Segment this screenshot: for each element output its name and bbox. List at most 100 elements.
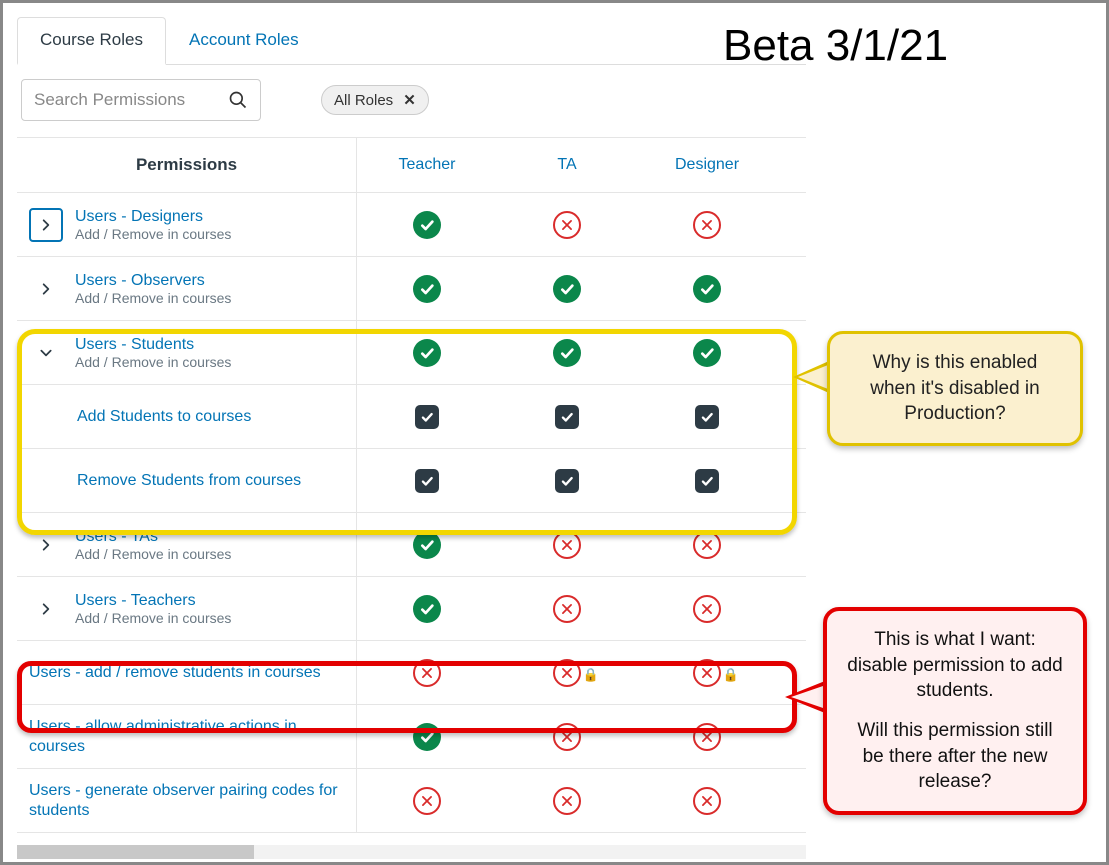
permission-label-cell: Users - allow administrative actions in … [17,705,357,768]
permission-label-cell: Users - DesignersAdd / Remove in courses [17,193,357,256]
permission-cell[interactable]: 🔒 [497,659,637,687]
disabled-icon[interactable] [553,723,581,751]
tabs: Course Roles Account Roles [17,17,806,65]
permission-cell[interactable] [357,659,497,687]
col-designer[interactable]: Designer [637,156,777,174]
disabled-icon[interactable] [693,787,721,815]
tab-course-roles[interactable]: Course Roles [17,17,166,65]
permission-cell[interactable] [357,275,497,303]
permission-cell[interactable] [497,469,637,493]
checked-icon[interactable] [555,469,579,493]
enabled-icon[interactable] [553,275,581,303]
permission-cell[interactable] [637,275,777,303]
disabled-icon[interactable] [413,659,441,687]
tab-account-roles[interactable]: Account Roles [166,17,322,64]
enabled-icon[interactable] [693,275,721,303]
expand-toggle[interactable] [29,592,63,626]
permission-title[interactable]: Users - Observers [75,271,231,290]
permission-cell[interactable] [497,339,637,367]
permission-row: Users - StudentsAdd / Remove in courses [17,321,806,385]
checked-icon[interactable] [415,469,439,493]
expand-toggle[interactable] [29,208,63,242]
enabled-icon[interactable] [413,723,441,751]
enabled-icon[interactable] [693,339,721,367]
enabled-icon[interactable] [553,339,581,367]
col-teacher[interactable]: Teacher [357,156,497,174]
permission-cell[interactable] [497,405,637,429]
permission-title[interactable]: Users - TAs [75,527,231,546]
search-input[interactable]: Search Permissions [21,79,261,121]
permission-cell[interactable] [637,339,777,367]
permission-cell[interactable] [637,211,777,239]
permission-cell[interactable] [357,595,497,623]
permission-cell[interactable] [497,211,637,239]
permission-cell[interactable] [637,405,777,429]
expand-toggle[interactable] [29,272,63,306]
permission-title[interactable]: Users - Students [75,335,231,354]
col-permissions: Permissions [17,138,357,192]
permission-cell[interactable] [357,469,497,493]
permission-cell[interactable] [357,405,497,429]
permission-cell[interactable] [497,723,637,751]
close-icon[interactable]: ✕ [403,91,416,109]
checked-icon[interactable] [695,469,719,493]
callout-red-text2: Will this permission still be there afte… [845,718,1065,795]
disabled-icon[interactable] [413,787,441,815]
permission-label-cell: Add Students to courses [17,385,357,448]
disabled-icon[interactable] [693,659,721,687]
disabled-icon[interactable] [553,211,581,239]
enabled-icon[interactable] [413,275,441,303]
permission-title[interactable]: Users - allow administrative actions in … [29,717,344,755]
enabled-icon[interactable] [413,531,441,559]
horizontal-scrollbar[interactable] [17,845,806,859]
callout-red: This is what I want: disable permission … [823,607,1087,815]
filter-row: Search Permissions All Roles ✕ [17,65,806,137]
permission-cell[interactable] [357,531,497,559]
app-frame: Beta 3/1/21 Course Roles Account Roles S… [0,0,1109,865]
permission-cell[interactable]: 🔒 [637,659,777,687]
callout-red-tail [785,681,825,713]
permission-cell[interactable] [357,723,497,751]
disabled-icon[interactable] [693,531,721,559]
table-header: Permissions Teacher TA Designer [17,137,806,193]
permission-title[interactable]: Remove Students from courses [77,471,301,490]
role-filter-chip[interactable]: All Roles ✕ [321,85,429,115]
checked-icon[interactable] [695,405,719,429]
permission-cell[interactable] [357,211,497,239]
permission-cell[interactable] [637,723,777,751]
permission-title[interactable]: Add Students to courses [77,407,251,426]
permission-cell[interactable] [637,595,777,623]
permission-title[interactable]: Users - Designers [75,207,231,226]
permission-title[interactable]: Users - Teachers [75,591,231,610]
permission-row: Users - ObserversAdd / Remove in courses [17,257,806,321]
disabled-icon[interactable] [553,531,581,559]
permission-title[interactable]: Users - add / remove students in courses [29,663,321,682]
permission-cell[interactable] [497,531,637,559]
permission-cell[interactable] [357,339,497,367]
permission-cell[interactable] [357,787,497,815]
expand-toggle[interactable] [29,528,63,562]
permission-cell[interactable] [637,787,777,815]
disabled-icon[interactable] [693,723,721,751]
disabled-icon[interactable] [693,595,721,623]
checked-icon[interactable] [415,405,439,429]
permission-cell[interactable] [637,531,777,559]
permission-title[interactable]: Users - generate observer pairing codes … [29,781,344,819]
checked-icon[interactable] [555,405,579,429]
permission-cell[interactable] [497,275,637,303]
permission-cell[interactable] [497,595,637,623]
col-ta[interactable]: TA [497,156,637,174]
permission-cell[interactable] [637,469,777,493]
callout-yellow-tail [793,361,829,393]
permissions-panel: Course Roles Account Roles Search Permis… [17,17,806,857]
expand-toggle[interactable] [29,336,63,370]
disabled-icon[interactable] [693,211,721,239]
enabled-icon[interactable] [413,595,441,623]
enabled-icon[interactable] [413,339,441,367]
disabled-icon[interactable] [553,787,581,815]
disabled-icon[interactable] [553,659,581,687]
disabled-icon[interactable] [553,595,581,623]
permission-cell[interactable] [497,787,637,815]
enabled-icon[interactable] [413,211,441,239]
permission-row: Remove Students from courses [17,449,806,513]
